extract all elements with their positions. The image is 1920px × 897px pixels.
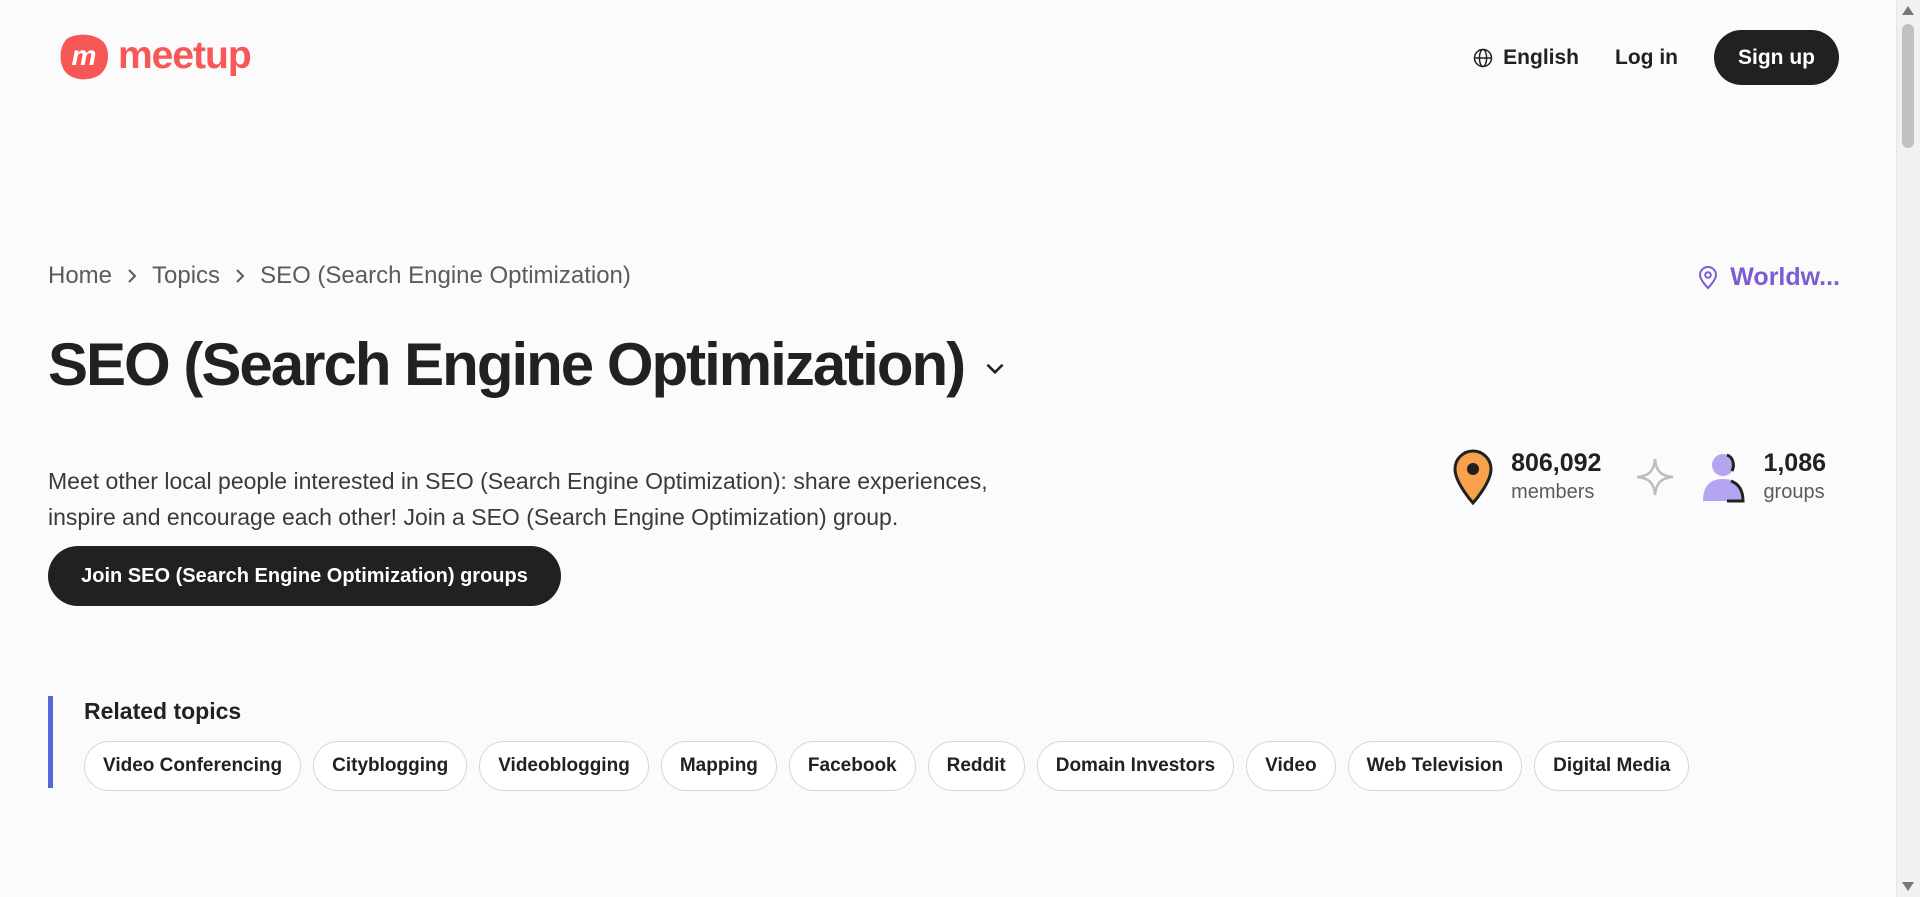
topic-chip[interactable]: Videoblogging [479, 741, 649, 791]
logo-text: meetup [118, 34, 252, 77]
breadcrumb-home[interactable]: Home [48, 262, 112, 290]
members-label: members [1511, 481, 1595, 503]
scroll-down-arrow-icon[interactable] [1902, 882, 1914, 891]
location-selector[interactable]: Worldw... [1698, 263, 1840, 292]
join-groups-button[interactable]: Join SEO (Search Engine Optimization) gr… [48, 546, 561, 606]
language-selector[interactable]: English [1473, 46, 1579, 70]
topic-chip[interactable]: Cityblogging [313, 741, 468, 791]
location-pin-icon [1453, 449, 1493, 505]
meetup-logo-icon: m [60, 34, 109, 80]
person-icon [1703, 453, 1745, 503]
page-title: SEO (Search Engine Optimization) [48, 331, 966, 398]
members-count: 806,092 [1511, 449, 1602, 477]
breadcrumb: Home Topics SEO (Search Engine Optimizat… [48, 262, 631, 290]
language-label: English [1503, 45, 1580, 69]
header-nav: English Log in Sign up [1473, 30, 1839, 85]
meetup-logo[interactable]: m meetup [58, 30, 252, 82]
signup-button[interactable]: Sign up [1714, 30, 1839, 85]
groups-label: groups [1763, 481, 1825, 503]
page: m meetup English Log in Sign up Home Top… [0, 0, 1897, 897]
related-topics: Related topics Video Conferencing Citybl… [48, 696, 1690, 791]
related-topics-list: Video Conferencing Cityblogging Videoblo… [84, 741, 1690, 791]
topic-chip[interactable]: Mapping [660, 741, 777, 791]
svg-text:m: m [72, 40, 97, 71]
chevron-right-icon [236, 269, 245, 283]
topic-stats: 806,092 members 1,086 groups [1451, 448, 1826, 506]
related-topics-title: Related topics [84, 698, 242, 724]
groups-stat: 1,086 groups [1697, 448, 1826, 506]
topic-description: Meet other local people interested in SE… [48, 468, 988, 530]
map-pin-icon [1699, 265, 1718, 289]
breadcrumb-topics[interactable]: Topics [152, 262, 220, 290]
topic-chip[interactable]: Video Conferencing [84, 741, 302, 791]
topic-chip[interactable]: Web Television [1347, 741, 1523, 791]
members-stat: 806,092 members [1451, 448, 1601, 506]
topic-title-row: SEO (Search Engine Optimization) [48, 330, 1008, 399]
location-label: Worldw... [1730, 263, 1840, 291]
topic-chip[interactable]: Domain Investors [1036, 741, 1235, 791]
topic-chip[interactable]: Digital Media [1534, 741, 1690, 791]
globe-icon [1473, 48, 1493, 67]
sparkle-icon [1637, 458, 1674, 496]
scroll-up-arrow-icon[interactable] [1902, 6, 1914, 15]
login-link[interactable]: Log in [1615, 46, 1678, 70]
topic-chip[interactable]: Facebook [788, 741, 916, 791]
topic-chip[interactable]: Video [1246, 741, 1336, 791]
topic-chip[interactable]: Reddit [927, 741, 1025, 791]
groups-count: 1,086 [1763, 449, 1826, 477]
chevron-right-icon [128, 269, 137, 283]
scrollbar-thumb[interactable] [1902, 24, 1914, 148]
chevron-down-icon[interactable] [982, 355, 1008, 381]
breadcrumb-current: SEO (Search Engine Optimization) [260, 262, 631, 289]
vertical-scrollbar[interactable] [1896, 0, 1920, 897]
